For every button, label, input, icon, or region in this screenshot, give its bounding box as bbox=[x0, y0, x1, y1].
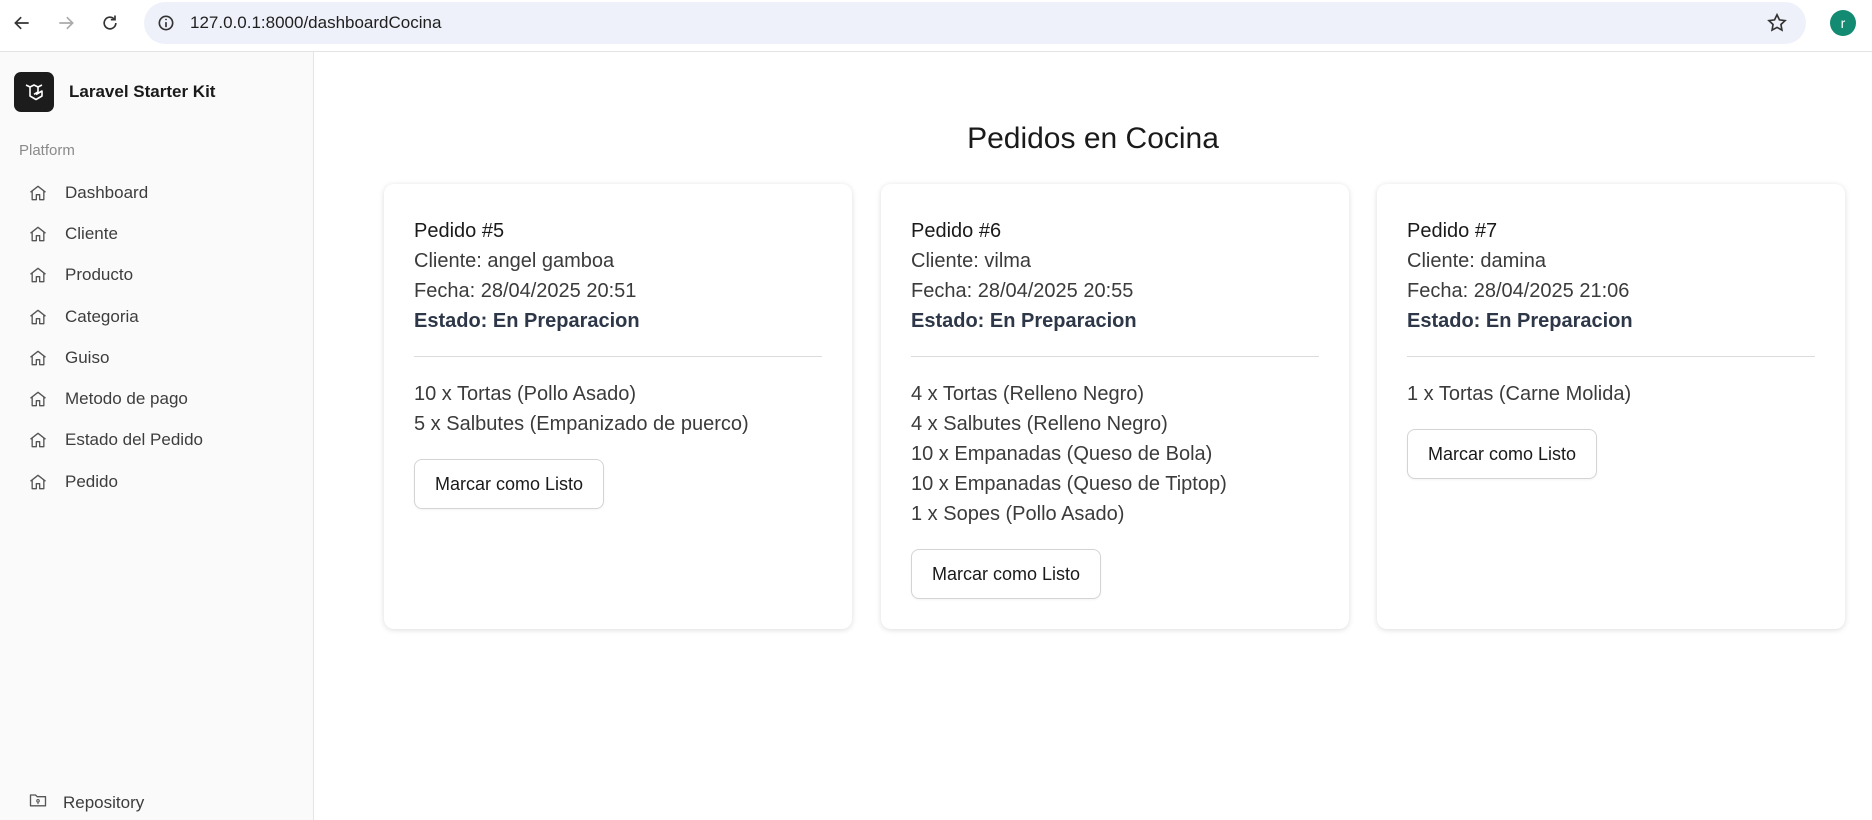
nav-list: Dashboard Cliente Producto Categoria Gui… bbox=[28, 172, 298, 502]
back-button[interactable] bbox=[8, 9, 36, 37]
reload-button[interactable] bbox=[96, 9, 124, 37]
home-icon bbox=[28, 347, 50, 369]
sidebar: Laravel Starter Kit Platform Dashboard C… bbox=[0, 52, 314, 820]
order-item: 1 x Sopes (Pollo Asado) bbox=[911, 503, 1125, 525]
divider bbox=[1407, 356, 1815, 357]
marcar-listo-button[interactable]: Marcar como Listo bbox=[911, 549, 1102, 599]
order-fecha: Fecha: 28/04/2025 20:55 bbox=[911, 280, 1134, 302]
forward-button[interactable] bbox=[52, 9, 80, 37]
sidebar-item-guiso[interactable]: Guiso bbox=[28, 337, 298, 378]
browser-toolbar: 127.0.0.1:8000/dashboardCocina r bbox=[0, 0, 1872, 52]
order-item: 4 x Tortas (Relleno Negro) bbox=[911, 383, 1145, 405]
url-text[interactable]: 127.0.0.1:8000/dashboardCocina bbox=[190, 13, 441, 33]
order-card: Pedido #7 Cliente: damina Fecha: 28/04/2… bbox=[1377, 184, 1845, 629]
sidebar-item-label: Producto bbox=[65, 265, 134, 285]
sidebar-item-dashboard[interactable]: Dashboard bbox=[28, 172, 298, 213]
sidebar-item-label: Cliente bbox=[65, 223, 118, 243]
order-fecha: Fecha: 28/04/2025 21:06 bbox=[1407, 280, 1630, 302]
laravel-logo-icon bbox=[14, 72, 54, 112]
divider bbox=[911, 356, 1319, 357]
home-icon bbox=[28, 471, 50, 493]
section-label: Platform bbox=[19, 142, 75, 159]
order-title: Pedido #5 bbox=[414, 220, 505, 242]
sidebar-item-estado-del-pedido[interactable]: Estado del Pedido bbox=[28, 420, 298, 461]
order-estado: Estado: En Preparacion bbox=[911, 310, 1137, 332]
sidebar-item-label: Metodo de pago bbox=[65, 389, 188, 409]
order-cliente: Cliente: angel gamboa bbox=[414, 250, 615, 272]
home-icon bbox=[28, 182, 50, 204]
marcar-listo-button[interactable]: Marcar como Listo bbox=[414, 459, 605, 509]
order-estado: Estado: En Preparacion bbox=[414, 310, 640, 332]
order-item: 4 x Salbutes (Relleno Negro) bbox=[911, 413, 1168, 435]
brand-name: Laravel Starter Kit bbox=[69, 82, 216, 101]
page-title: Pedidos en Cocina bbox=[967, 122, 1219, 155]
profile-avatar[interactable]: r bbox=[1830, 10, 1856, 36]
sidebar-item-label: Categoria bbox=[65, 306, 139, 326]
info-icon[interactable] bbox=[156, 13, 176, 33]
home-icon bbox=[28, 306, 50, 328]
sidebar-item-repository[interactable]: Repository bbox=[28, 790, 144, 815]
order-title: Pedido #6 bbox=[911, 220, 1002, 242]
marcar-listo-button[interactable]: Marcar como Listo bbox=[1407, 429, 1598, 479]
reload-icon bbox=[103, 15, 117, 30]
order-estado: Estado: En Preparacion bbox=[1407, 310, 1633, 332]
main-content: Pedidos en Cocina Pedido #5 Cliente: ang… bbox=[314, 52, 1872, 820]
order-title: Pedido #7 bbox=[1407, 220, 1498, 242]
bookmark-star-icon[interactable] bbox=[1766, 12, 1788, 34]
address-bar[interactable]: 127.0.0.1:8000/dashboardCocina bbox=[144, 2, 1806, 44]
order-cliente: Cliente: damina bbox=[1407, 250, 1546, 272]
home-icon bbox=[28, 223, 50, 245]
sidebar-item-pedido[interactable]: Pedido bbox=[28, 461, 298, 502]
order-cliente: Cliente: vilma bbox=[911, 250, 1032, 272]
sidebar-item-label: Guiso bbox=[65, 347, 110, 367]
repository-label: Repository bbox=[63, 792, 145, 812]
divider bbox=[414, 356, 822, 357]
sidebar-item-cliente[interactable]: Cliente bbox=[28, 213, 298, 254]
sidebar-item-metodo-de-pago[interactable]: Metodo de pago bbox=[28, 378, 298, 419]
arrow-right-icon bbox=[59, 16, 74, 30]
order-item: 10 x Empanadas (Queso de Tiptop) bbox=[911, 473, 1227, 495]
sidebar-item-producto[interactable]: Producto bbox=[28, 255, 298, 296]
home-icon bbox=[28, 429, 50, 451]
sidebar-item-label: Pedido bbox=[65, 471, 118, 491]
order-card: Pedido #6 Cliente: vilma Fecha: 28/04/20… bbox=[881, 184, 1349, 629]
folder-git-icon bbox=[28, 790, 48, 815]
sidebar-item-label: Estado del Pedido bbox=[65, 430, 203, 450]
home-icon bbox=[28, 264, 50, 286]
order-item: 5 x Salbutes (Empanizado de puerco) bbox=[414, 413, 749, 435]
sidebar-item-label: Dashboard bbox=[65, 182, 149, 202]
order-card: Pedido #5 Cliente: angel gamboa Fecha: 2… bbox=[384, 184, 852, 629]
home-icon bbox=[28, 388, 50, 410]
sidebar-item-categoria[interactable]: Categoria bbox=[28, 296, 298, 337]
order-item: 1 x Tortas (Carne Molida) bbox=[1407, 383, 1632, 405]
order-fecha: Fecha: 28/04/2025 20:51 bbox=[414, 280, 637, 302]
order-item: 10 x Tortas (Pollo Asado) bbox=[414, 383, 636, 405]
order-item: 10 x Empanadas (Queso de Bola) bbox=[911, 443, 1213, 465]
arrow-left-icon bbox=[14, 16, 29, 30]
brand[interactable]: Laravel Starter Kit bbox=[14, 72, 215, 112]
